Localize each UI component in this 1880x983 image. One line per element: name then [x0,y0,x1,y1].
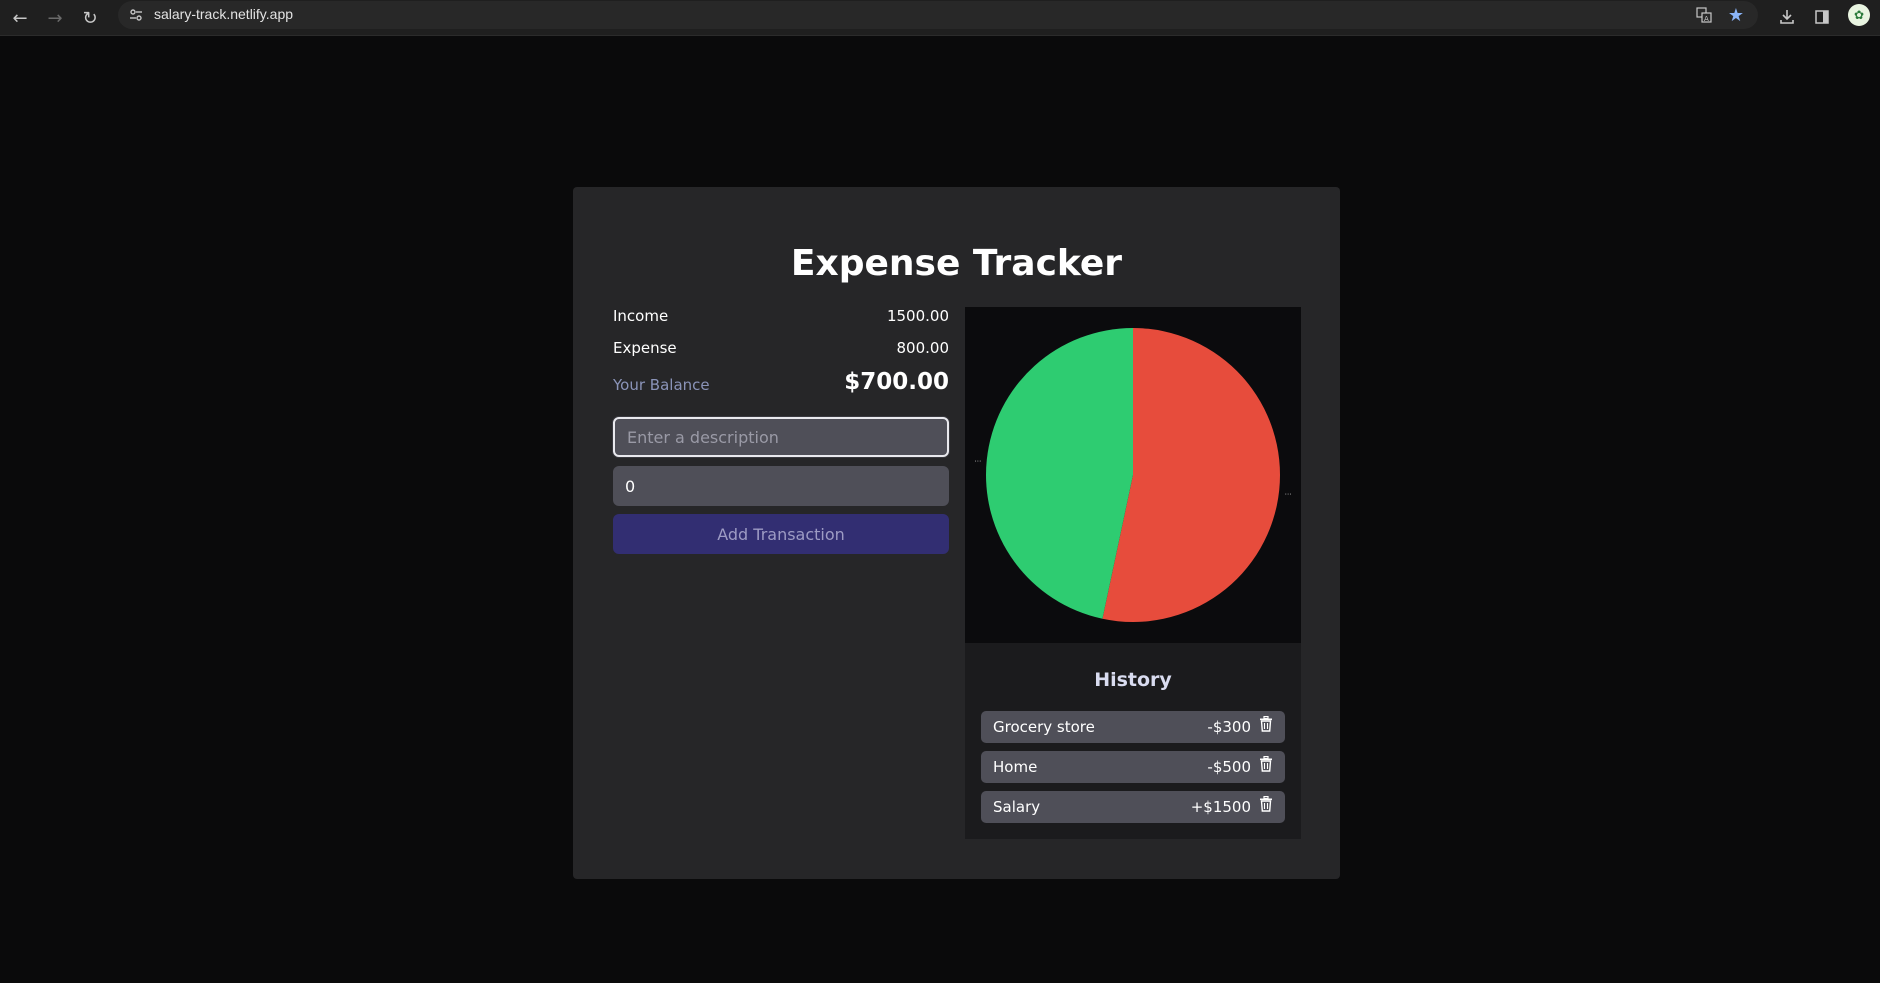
trash-icon[interactable] [1259,755,1275,774]
browser-toolbar: ← → ↻ salary-track.netlify.app A ★ ✿ [0,0,1880,36]
history-item: Grocery store -$300 [981,711,1285,743]
reload-icon[interactable]: ↻ [75,3,105,33]
pie-slice-label: … [974,456,981,464]
profile-avatar[interactable]: ✿ [1848,4,1870,26]
trash-icon[interactable] [1259,795,1275,814]
download-icon[interactable] [1773,3,1801,31]
expense-tracker-card: Expense Tracker Income 1500.00 Expense 8… [573,187,1340,879]
trash-icon[interactable] [1259,715,1275,734]
expense-row: Expense 800.00 [613,337,949,361]
history-item: Salary +$1500 [981,791,1285,823]
history-item-amount: -$500 [1207,758,1251,776]
income-row: Income 1500.00 [613,305,949,329]
amount-input[interactable] [613,466,949,506]
pie-chart-svg: …… [974,328,1292,622]
description-input[interactable] [613,417,949,457]
expense-label: Expense [613,339,677,357]
history-item-amount: +$1500 [1190,798,1251,816]
history-panel: History Grocery store -$300 Home -$500 S… [965,643,1301,839]
income-label: Income [613,307,669,325]
pie-slice-income [986,328,1133,619]
back-arrow-icon[interactable]: ← [5,3,35,33]
url-text[interactable]: salary-track.netlify.app [154,6,293,22]
side-panel-icon[interactable] [1808,3,1836,31]
pie-slice-label: … [1285,488,1292,496]
address-bar[interactable]: salary-track.netlify.app A ★ [118,1,1758,29]
balance-value: $700.00 [844,369,949,395]
history-item-description: Grocery store [993,718,1095,736]
page-title: Expense Tracker [790,243,1123,284]
site-info-icon[interactable] [126,5,146,25]
translate-icon[interactable]: A [1692,4,1716,26]
income-value: 1500.00 [886,307,949,325]
add-transaction-button[interactable]: Add Transaction [613,514,949,554]
history-title: History [1094,669,1172,691]
expense-value: 800.00 [896,339,950,357]
forward-arrow-icon[interactable]: → [40,3,70,33]
history-item: Home -$500 [981,751,1285,783]
history-item-description: Home [993,758,1038,776]
pie-chart: …… [965,307,1301,643]
star-icon[interactable]: ★ [1724,4,1748,26]
history-item-description: Salary [993,798,1041,816]
history-item-amount: -$300 [1207,718,1251,736]
balance-row: Your Balance $700.00 [613,369,949,399]
balance-label: Your Balance [613,376,710,394]
svg-text:A: A [1704,15,1709,23]
